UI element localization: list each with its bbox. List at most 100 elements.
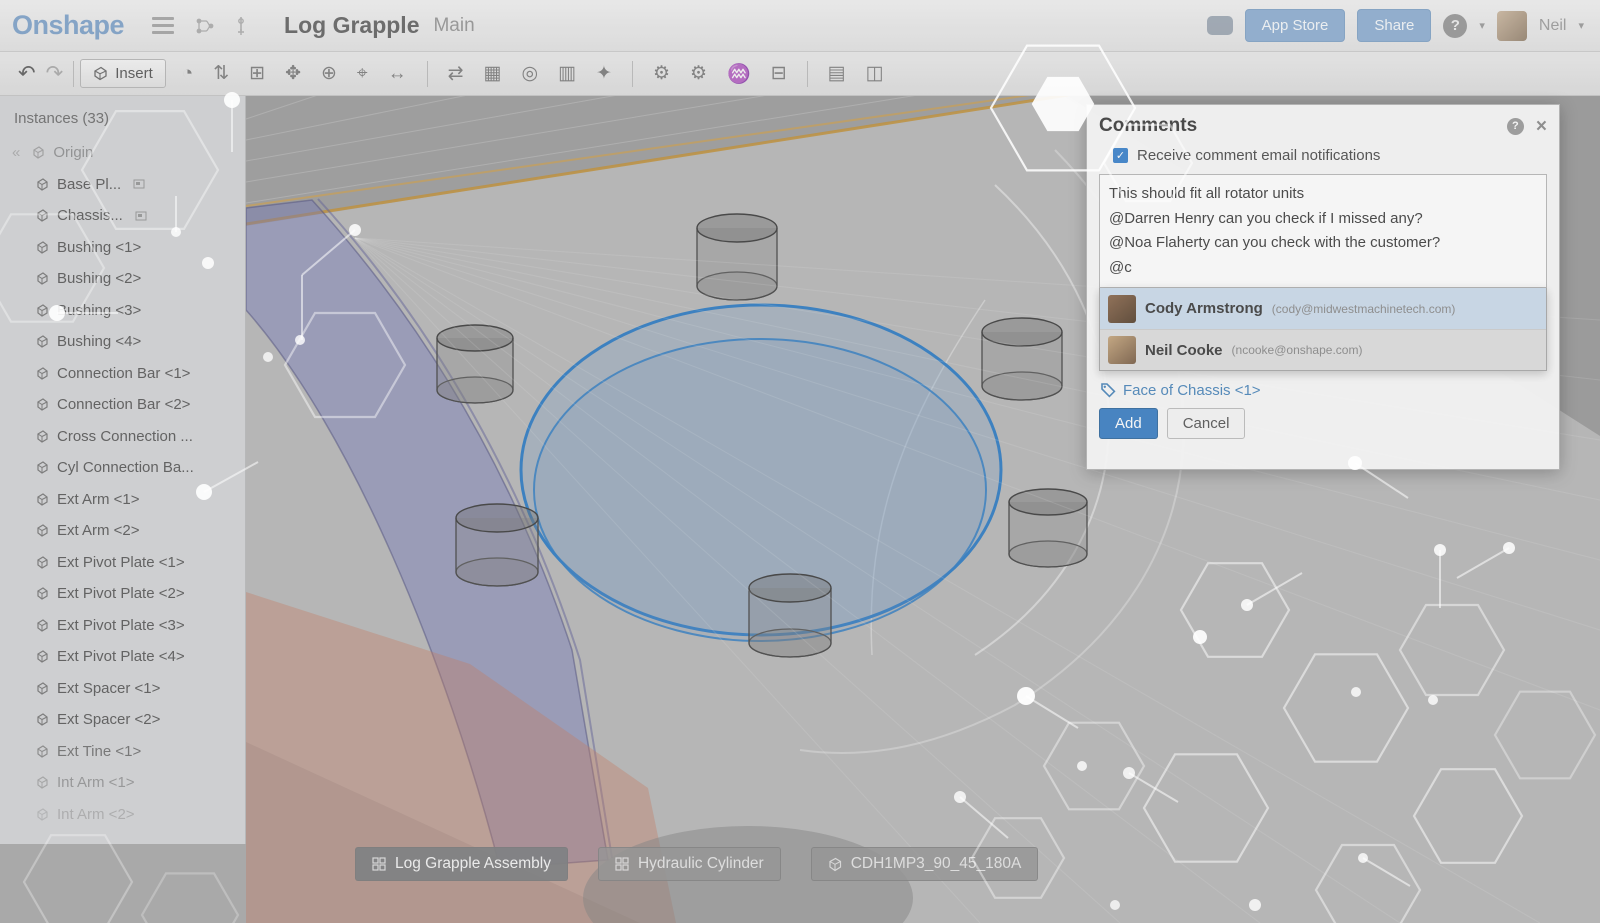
instance-label: Chassis...	[57, 207, 123, 224]
instance-label: Ext Arm <2>	[57, 522, 140, 539]
fasten-icon[interactable]: ⊕	[321, 62, 337, 85]
notifications-label: Receive comment email notifications	[1137, 147, 1380, 164]
tab-hydraulic-cylinder[interactable]: Hydraulic Cylinder	[598, 847, 781, 881]
instance-row[interactable]: Int Arm <1>	[0, 767, 245, 799]
interference-check-icon[interactable]: ◫	[866, 62, 884, 85]
app-store-button[interactable]: App Store	[1245, 9, 1346, 42]
bushing-cylinder[interactable]	[982, 318, 1062, 400]
mention-avatar	[1108, 336, 1136, 364]
document-title: Log Grapple	[284, 12, 419, 39]
comment-context-row: Face of Chassis <1>	[1101, 382, 1545, 399]
instance-row[interactable]: Connection Bar <1>	[0, 358, 245, 390]
share-button[interactable]: Share	[1357, 9, 1431, 42]
tab-cdh1mp3-90-45-180a[interactable]: CDH1MP3_90_45_180A	[811, 847, 1039, 881]
user-avatar[interactable]	[1497, 11, 1527, 41]
measure-icon[interactable]: ↔	[388, 63, 407, 85]
instance-row[interactable]: Chassis...	[0, 200, 245, 232]
instance-row[interactable]: Bushing <1>	[0, 232, 245, 264]
help-icon[interactable]: ?	[1443, 14, 1467, 38]
instance-row[interactable]: Ext Pivot Plate <1>	[0, 547, 245, 579]
bushing-cylinder[interactable]	[456, 504, 538, 586]
mention-item[interactable]: Neil Cooke(ncooke@onshape.com)	[1100, 329, 1546, 370]
notifications-checkbox[interactable]: ✓	[1113, 148, 1128, 163]
part-icon	[36, 587, 49, 600]
header-right-controls: App Store Share ? ▾ Neil ▾	[1207, 9, 1588, 42]
bottom-tab-bar: Log Grapple Assembly Hydraulic Cylinder CD…	[355, 847, 1038, 881]
instance-row[interactable]: Bushing <2>	[0, 263, 245, 295]
part-icon	[36, 808, 49, 821]
instance-row[interactable]: Cross Connection ...	[0, 421, 245, 453]
bushing-cylinder[interactable]	[697, 214, 777, 300]
group-icon[interactable]: ⊞	[249, 62, 265, 85]
onshape-logo[interactable]: Onshape	[12, 10, 124, 41]
named-positions-icon[interactable]: ♒	[727, 62, 751, 86]
mate-icon[interactable]: ⇅	[213, 62, 229, 85]
instance-row[interactable]: Ext Arm <1>	[0, 484, 245, 516]
move-part-icon[interactable]: ✥	[285, 62, 301, 85]
instance-row[interactable]: Ext Arm <2>	[0, 515, 245, 547]
circular-pattern-icon[interactable]: ◎	[521, 62, 538, 85]
mention-avatar	[1108, 295, 1136, 323]
replicate-icon[interactable]: ⇄	[448, 62, 464, 85]
instance-label: Cross Connection ...	[57, 428, 193, 445]
instance-row[interactable]: Connection Bar <2>	[0, 389, 245, 421]
mention-dropdown: Cody Armstrong(cody@midwestmachinetech.c…	[1099, 288, 1547, 371]
add-comment-button[interactable]: Add	[1099, 408, 1158, 439]
tab-label: Log Grapple Assembly	[395, 855, 551, 873]
comment-context-link[interactable]: Face of Chassis <1>	[1123, 382, 1261, 399]
display-states-icon[interactable]: ⊟	[771, 62, 787, 85]
instance-label: Bushing <1>	[57, 239, 141, 256]
versions-icon[interactable]	[195, 17, 215, 35]
rotate-view-icon[interactable]: ◔	[182, 63, 193, 85]
part-icon	[36, 335, 49, 348]
instance-row[interactable]: Ext Pivot Plate <4>	[0, 641, 245, 673]
tab-label: CDH1MP3_90_45_180A	[851, 855, 1022, 873]
workspace-branch-name[interactable]: Main	[433, 15, 474, 37]
mate-connector-icon[interactable]: ⌖	[357, 63, 368, 85]
assembly-features-icon[interactable]: ⚙	[690, 62, 707, 85]
bushing-cylinder[interactable]	[437, 325, 513, 403]
datum-axis-icon[interactable]	[233, 16, 249, 35]
instance-label: Ext Arm <1>	[57, 491, 140, 508]
instance-row[interactable]: Ext Pivot Plate <3>	[0, 610, 245, 642]
section-view-icon[interactable]: ▥	[558, 62, 576, 85]
instance-label: Int Arm <1>	[57, 774, 135, 791]
comments-close-icon[interactable]: ×	[1536, 117, 1547, 136]
mention-name: Neil Cooke	[1145, 342, 1223, 359]
exploded-view-icon[interactable]: ✦	[596, 62, 612, 85]
insert-button[interactable]: Insert	[80, 59, 166, 88]
instance-label: Connection Bar <1>	[57, 365, 190, 382]
tab-label: Hydraulic Cylinder	[638, 855, 764, 873]
mention-item[interactable]: Cody Armstrong(cody@midwestmachinetech.c…	[1100, 288, 1546, 329]
instance-row[interactable]: «Origin	[0, 137, 245, 169]
user-caret-icon[interactable]: ▾	[1578, 19, 1584, 32]
instance-row[interactable]: Ext Tine <1>	[0, 736, 245, 768]
comments-help-icon[interactable]: ?	[1507, 118, 1524, 135]
comment-line: @Noa Flaherty can you check with the cus…	[1109, 231, 1537, 256]
cancel-comment-button[interactable]: Cancel	[1167, 408, 1246, 439]
instance-row[interactable]: Int Arm <2>	[0, 799, 245, 831]
configurations-icon[interactable]: ⚙	[653, 62, 670, 85]
linear-pattern-icon[interactable]: ▦	[484, 62, 502, 85]
instance-label: Connection Bar <2>	[57, 396, 190, 413]
comment-input[interactable]: This should fit all rotator units@Darren…	[1099, 174, 1547, 288]
instance-label: Ext Pivot Plate <2>	[57, 585, 185, 602]
tab-log-grapple-assembly[interactable]: Log Grapple Assembly	[355, 847, 568, 881]
instance-row[interactable]: Base Pl...	[0, 169, 245, 201]
help-caret-icon[interactable]: ▾	[1479, 19, 1485, 32]
bushing-cylinder[interactable]	[749, 574, 831, 657]
undo-icon[interactable]: ↶	[18, 61, 36, 86]
instance-row[interactable]: Ext Pivot Plate <2>	[0, 578, 245, 610]
comments-bubble-icon[interactable]	[1207, 16, 1233, 35]
comment-buttons: Add Cancel	[1099, 408, 1547, 439]
redo-icon[interactable]: ↷	[46, 61, 64, 86]
instance-row[interactable]: Cyl Connection Ba...	[0, 452, 245, 484]
instance-row[interactable]: Bushing <4>	[0, 326, 245, 358]
instance-row[interactable]: Ext Spacer <1>	[0, 673, 245, 705]
instance-row[interactable]: Bushing <3>	[0, 295, 245, 327]
hamburger-menu-icon[interactable]	[152, 17, 174, 34]
bom-table-icon[interactable]: ▤	[828, 62, 846, 85]
instance-label: Ext Tine <1>	[57, 743, 141, 760]
collapse-icon[interactable]: «	[12, 144, 20, 161]
instance-row[interactable]: Ext Spacer <2>	[0, 704, 245, 736]
